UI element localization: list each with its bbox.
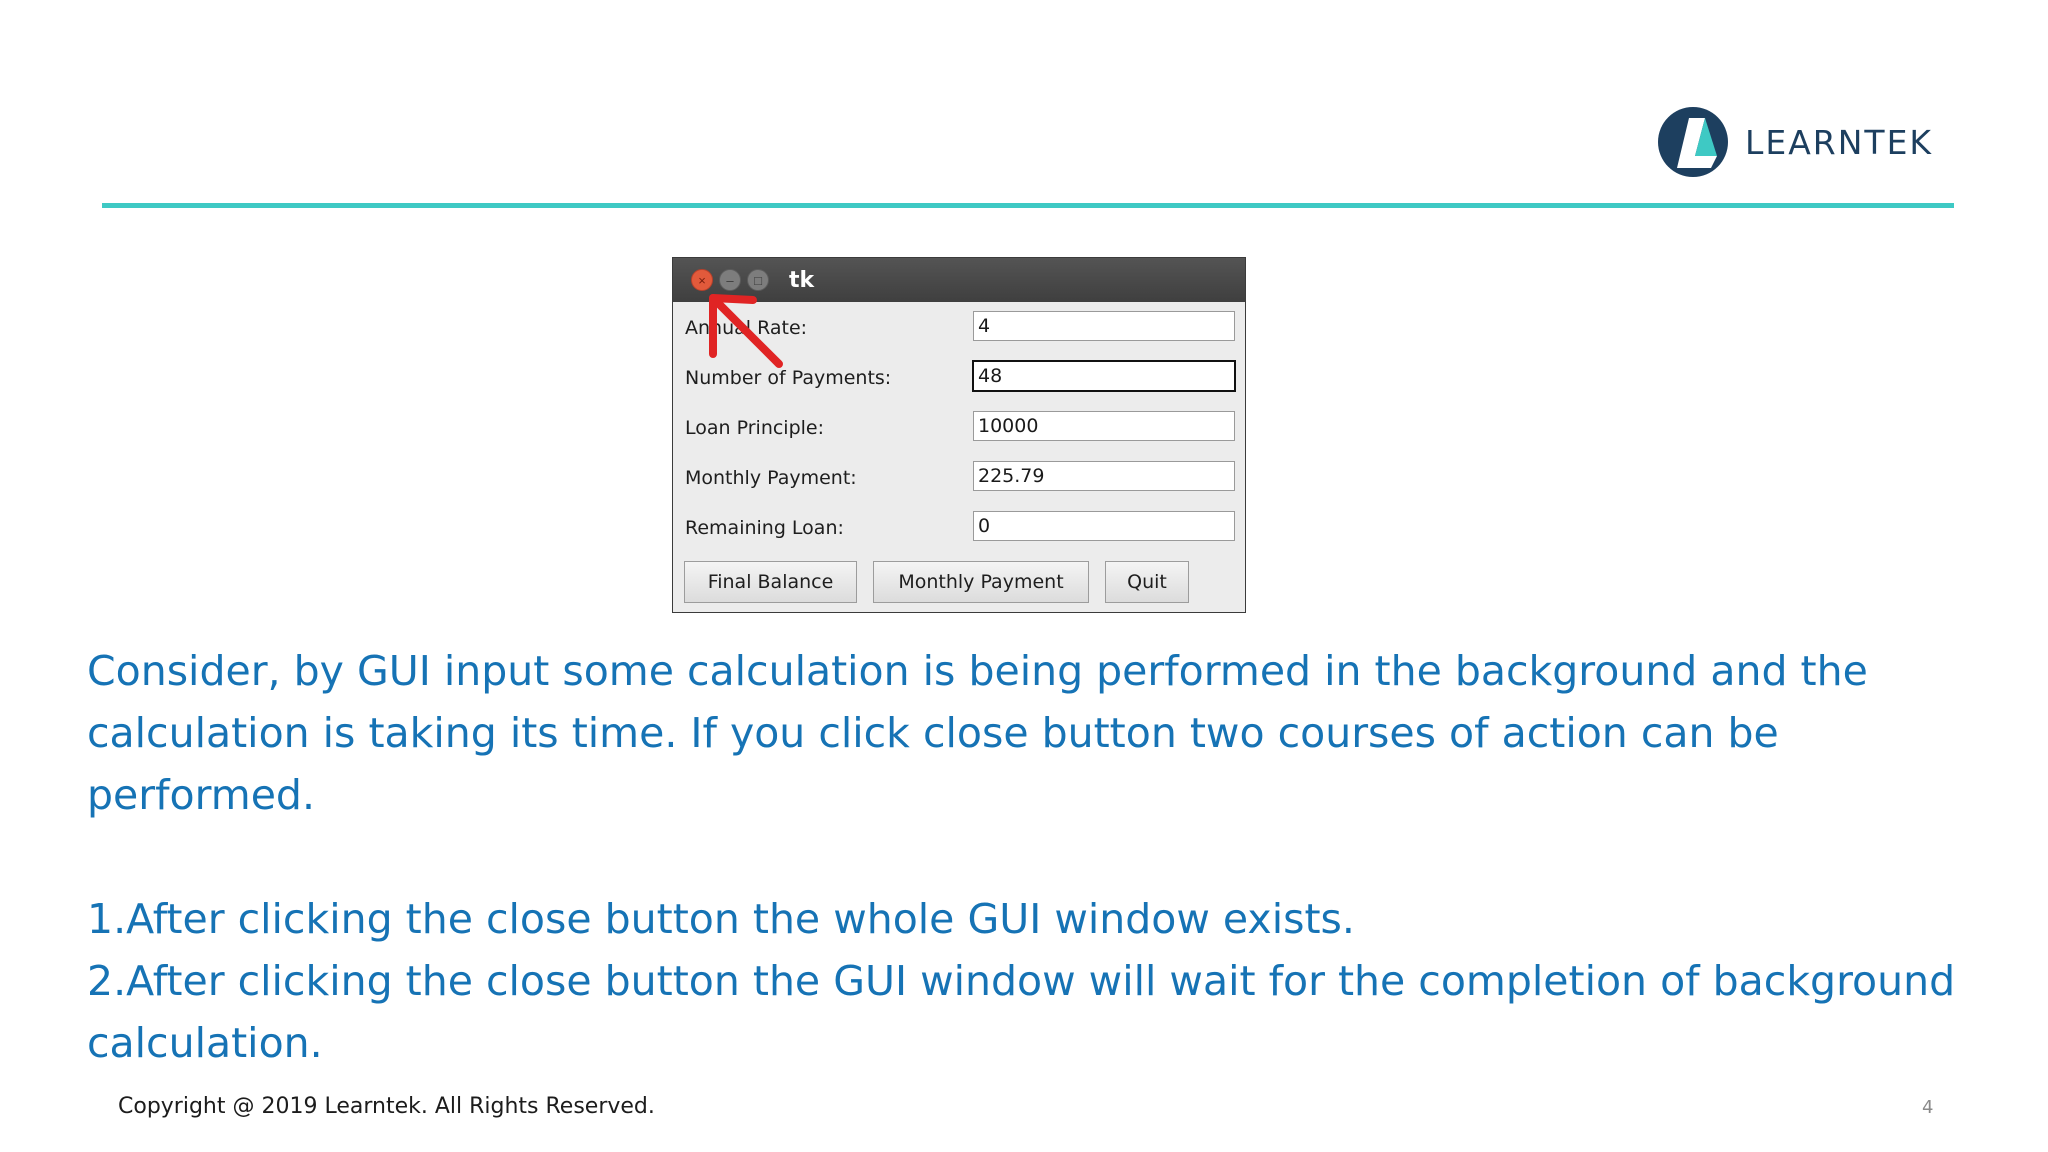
close-icon[interactable]: × — [691, 269, 713, 291]
loan-principle-input[interactable] — [973, 411, 1235, 441]
remaining-loan-label: Remaining Loan: — [685, 517, 844, 539]
annual-rate-input[interactable] — [973, 311, 1235, 341]
form-row-number-of-payments: Number of Payments: — [673, 360, 1245, 397]
number-of-payments-input[interactable] — [972, 360, 1236, 392]
window-title: tk — [789, 267, 815, 293]
slide-body: Consider, by GUI input some calculation … — [87, 640, 1967, 1074]
number-of-payments-label: Number of Payments: — [685, 367, 892, 389]
monthly-payment-input[interactable] — [973, 461, 1235, 491]
monthly-payment-label: Monthly Payment: — [685, 467, 857, 489]
point-two: 2.After clicking the close button the GU… — [87, 957, 1956, 1067]
window-titlebar[interactable]: × – □ tk — [673, 258, 1245, 302]
monthly-payment-button[interactable]: Monthly Payment — [873, 561, 1089, 603]
intro-paragraph: Consider, by GUI input some calculation … — [87, 647, 1868, 819]
page-number: 4 — [1922, 1097, 1934, 1118]
loan-principle-label: Loan Principle: — [685, 417, 825, 439]
tk-window: × – □ tk Annual Rate: Number of Payments… — [672, 257, 1246, 613]
brand-name: LEARNTEK — [1745, 122, 1934, 162]
minimize-icon[interactable]: – — [719, 269, 741, 291]
header-divider — [102, 203, 1954, 208]
annual-rate-label: Annual Rate: — [685, 317, 808, 339]
form-row-loan-principle: Loan Principle: — [673, 411, 1245, 447]
learntek-logo: LEARNTEK — [1655, 104, 1955, 180]
final-balance-button[interactable]: Final Balance — [684, 561, 857, 603]
copyright-footer: Copyright @ 2019 Learntek. All Rights Re… — [118, 1094, 655, 1119]
form-row-annual-rate: Annual Rate: — [673, 311, 1245, 347]
remaining-loan-input[interactable] — [973, 511, 1235, 541]
form-row-remaining-loan: Remaining Loan: — [673, 511, 1245, 547]
quit-button[interactable]: Quit — [1105, 561, 1189, 603]
maximize-icon[interactable]: □ — [747, 269, 769, 291]
point-one: 1.After clicking the close button the wh… — [87, 895, 1355, 943]
learntek-logo-icon — [1658, 107, 1728, 177]
form-row-monthly-payment: Monthly Payment: — [673, 461, 1245, 497]
